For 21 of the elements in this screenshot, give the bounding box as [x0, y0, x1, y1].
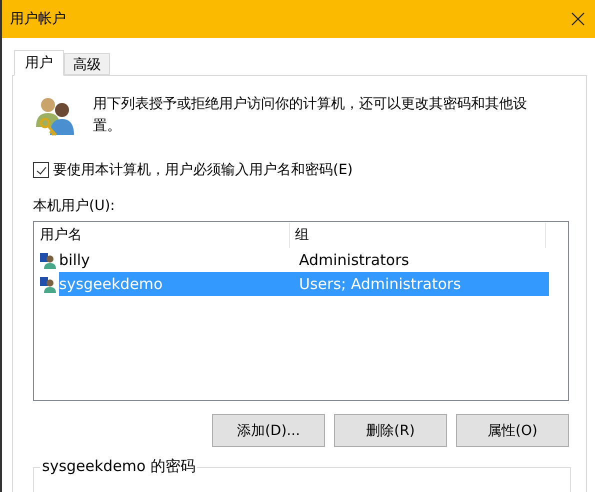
column-header[interactable]: 组 — [290, 223, 546, 248]
user-name: billy — [59, 251, 91, 269]
close-icon[interactable] — [571, 12, 585, 26]
description-text: 用下列表授予或拒绝用户访问你的计算机，还可以更改其密码和其他设置。 — [93, 95, 528, 136]
list-row[interactable]: billy Administrators — [59, 248, 549, 272]
user-name: sysgeekdemo — [59, 275, 164, 293]
tab[interactable]: 高级 — [64, 53, 110, 75]
group-title: sysgeekdemo 的密码 — [40, 457, 198, 476]
dialog-button[interactable]: 删除(R) — [334, 414, 447, 447]
user-icon — [39, 275, 57, 293]
user-icon — [39, 251, 57, 269]
dialog-button[interactable]: 添加(D)... — [212, 414, 325, 447]
user-group: Users; Administrators — [294, 275, 461, 293]
checkbox-label: 要使用本计算机，用户必须输入用户名和密码(E) — [53, 161, 353, 179]
list-label: 本机用户(U): — [33, 197, 116, 215]
tab[interactable]: 用户 — [14, 50, 64, 76]
dialog-button[interactable]: 属性(O) — [456, 414, 569, 447]
user-group: Administrators — [294, 251, 410, 269]
column-header[interactable]: 用户名 — [35, 223, 290, 248]
checkbox[interactable] — [33, 162, 49, 178]
window-title: 用户帐户 — [10, 10, 66, 28]
